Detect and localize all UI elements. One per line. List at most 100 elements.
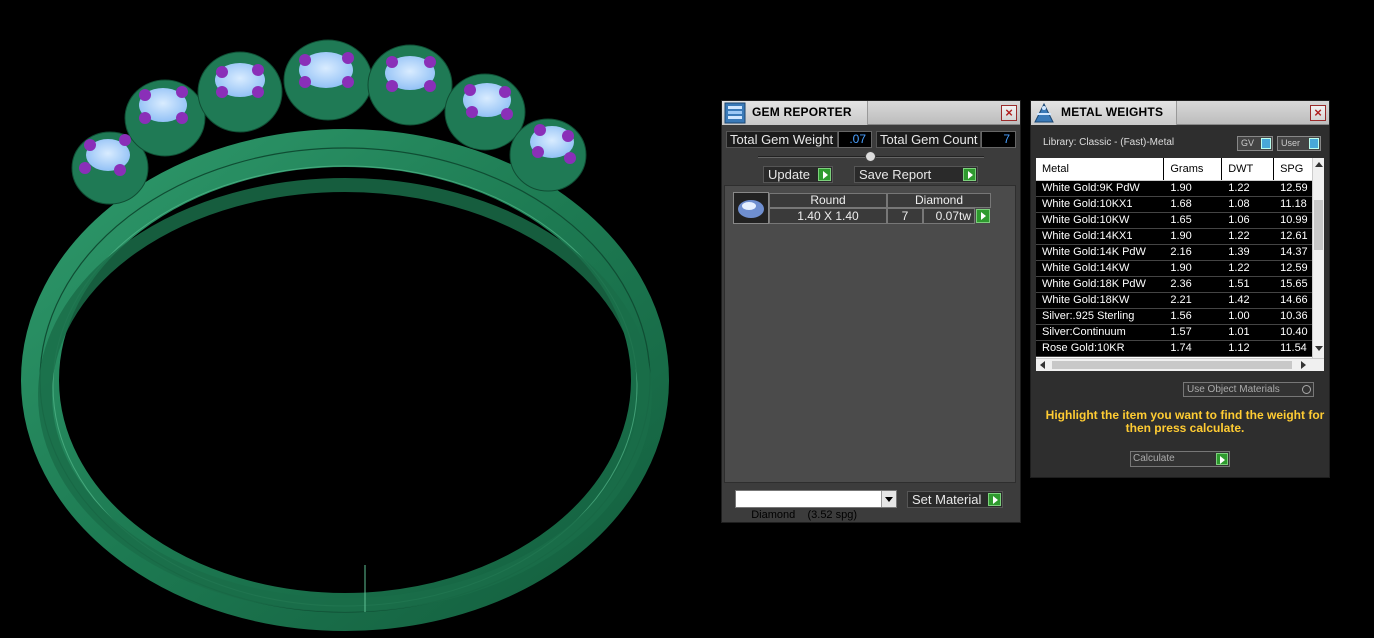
update-button[interactable]: Update — [763, 166, 833, 183]
metal-cell: White Gold:14K PdW — [1036, 244, 1165, 261]
total-gem-weight-label: Total Gem Weight — [726, 131, 838, 148]
total-gem-weight-value: .07 — [838, 131, 872, 148]
gem-row[interactable]: Round Diamond 1.40 X 1.40 7 0.07tw — [733, 192, 991, 226]
grams-cell: 2.16 — [1163, 244, 1223, 261]
grams-cell: 1.90 — [1163, 228, 1223, 245]
user-label: User — [1281, 138, 1301, 148]
table-row[interactable]: Silver:.925 Sterling 1.56 1.00 10.36 — [1036, 308, 1324, 325]
total-gem-count-value: 7 — [981, 131, 1016, 148]
metal-cell: White Gold:14KX1 — [1036, 228, 1165, 245]
grams-cell: 2.21 — [1163, 292, 1223, 309]
dwt-cell: 1.22 — [1221, 180, 1275, 197]
metal-cell: White Gold:14KW — [1036, 260, 1165, 277]
table-row[interactable]: White Gold:18K PdW 2.36 1.51 15.65 — [1036, 276, 1324, 293]
metal-cell: White Gold:18KW — [1036, 292, 1165, 309]
horizontal-scrollbar[interactable] — [1036, 358, 1324, 371]
total-gem-count-label: Total Gem Count — [876, 131, 981, 148]
set-material-button[interactable]: Set Material — [907, 491, 1003, 508]
material-select-value: Diamond (3.52 spg) — [751, 509, 858, 521]
gem-shape-header: Round — [769, 193, 887, 208]
metal-cell: Silver:Continuum — [1036, 324, 1165, 341]
play-arrow-icon — [818, 168, 831, 181]
metal-cell: Silver:.925 Sterling — [1036, 308, 1165, 325]
toggle-indicator-icon — [1309, 138, 1319, 149]
save-report-button[interactable]: Save Report — [854, 166, 978, 183]
chevron-down-icon — [881, 491, 896, 507]
material-select[interactable]: Diamond (3.52 spg) — [735, 490, 897, 521]
play-arrow-icon — [1216, 453, 1228, 465]
set-material-label: Set Material — [912, 492, 982, 507]
table-row[interactable]: White Gold:18KW 2.21 1.42 14.66 — [1036, 292, 1324, 309]
table-row[interactable]: White Gold:14K PdW 2.16 1.39 14.37 — [1036, 244, 1324, 261]
metal-cell: Rose Gold:10KR — [1036, 340, 1165, 357]
dwt-cell: 1.22 — [1221, 228, 1275, 245]
table-row[interactable]: White Gold:10KX1 1.68 1.08 11.18 — [1036, 196, 1324, 213]
close-icon[interactable]: × — [1310, 105, 1326, 121]
chevron-down-icon[interactable] — [1315, 346, 1323, 351]
grams-cell: 1.56 — [1163, 308, 1223, 325]
gem-reporter-titlebar[interactable]: GEM REPORTER × — [722, 101, 1020, 125]
column-header[interactable]: Metal — [1036, 158, 1165, 181]
dwt-cell: 1.12 — [1221, 340, 1275, 357]
library-label: Library: Classic - (Fast)-Metal — [1043, 137, 1175, 148]
chevron-up-icon[interactable] — [1315, 162, 1323, 167]
ring-model — [21, 39, 669, 631]
use-object-materials-toggle[interactable]: Use Object Materials — [1183, 382, 1314, 397]
save-report-label: Save Report — [859, 167, 932, 182]
grams-cell: 2.36 — [1163, 276, 1223, 293]
radio-icon — [1302, 385, 1311, 394]
table-row[interactable]: White Gold:10KW 1.65 1.06 10.99 — [1036, 212, 1324, 229]
grams-cell: 1.90 — [1163, 260, 1223, 277]
grams-cell: 1.90 — [1163, 180, 1223, 197]
gem-row-go-icon[interactable] — [976, 209, 990, 223]
3d-viewport[interactable] — [0, 0, 720, 633]
table-row[interactable]: Silver:Continuum 1.57 1.01 10.40 — [1036, 324, 1324, 341]
dwt-cell: 1.22 — [1221, 260, 1275, 277]
dwt-cell: 1.00 — [1221, 308, 1275, 325]
diamond-thumbnail-icon — [733, 192, 769, 224]
toggle-indicator-icon — [1261, 138, 1271, 149]
scroll-thumb[interactable] — [1052, 361, 1292, 369]
gem-count: 7 — [887, 208, 923, 224]
update-label: Update — [768, 167, 810, 182]
chevron-left-icon[interactable] — [1040, 361, 1045, 369]
gem-weight: 0.07tw — [923, 208, 975, 224]
calculate-label: Calculate — [1133, 453, 1175, 464]
gem-type-header: Diamond — [887, 193, 991, 208]
column-header[interactable]: Grams — [1163, 158, 1223, 181]
table-row[interactable]: White Gold:14KW 1.90 1.22 12.59 — [1036, 260, 1324, 277]
metal-weights-panel: METAL WEIGHTS × Library: Classic - (Fast… — [1030, 100, 1330, 478]
metal-weights-titlebar[interactable]: METAL WEIGHTS × — [1031, 101, 1329, 125]
metal-weights-icon — [1034, 102, 1054, 123]
table-row[interactable]: Rose Gold:10KR 1.74 1.12 11.54 — [1036, 340, 1324, 357]
metal-table[interactable]: Metal Grams DWT SPG White Gold:9K PdW 1.9… — [1036, 158, 1324, 358]
calculate-button[interactable]: Calculate — [1130, 451, 1230, 467]
metal-weights-title: METAL WEIGHTS — [1061, 105, 1164, 119]
gem-size: 1.40 X 1.40 — [769, 208, 887, 224]
table-row[interactable]: White Gold:9K PdW 1.90 1.22 12.59 — [1036, 180, 1324, 197]
metal-cell: White Gold:18K PdW — [1036, 276, 1165, 293]
play-arrow-icon — [963, 168, 976, 181]
play-arrow-icon — [988, 493, 1001, 506]
table-row[interactable]: White Gold:14KX1 1.90 1.22 12.61 — [1036, 228, 1324, 245]
dwt-cell: 1.06 — [1221, 212, 1275, 229]
gem-reporter-panel: GEM REPORTER × Total Gem Weight .07 Tota… — [721, 100, 1021, 523]
dwt-cell: 1.51 — [1221, 276, 1275, 293]
column-header[interactable]: DWT — [1221, 158, 1275, 181]
table-header-row: Metal Grams DWT SPG — [1036, 158, 1324, 181]
grams-cell: 1.65 — [1163, 212, 1223, 229]
metal-cell: White Gold:9K PdW — [1036, 180, 1165, 197]
dwt-cell: 1.01 — [1221, 324, 1275, 341]
close-icon[interactable]: × — [1001, 105, 1017, 121]
gv-toggle[interactable]: GV — [1237, 136, 1273, 151]
user-toggle[interactable]: User — [1277, 136, 1321, 151]
grams-cell: 1.57 — [1163, 324, 1223, 341]
dwt-cell: 1.08 — [1221, 196, 1275, 213]
vertical-scrollbar[interactable] — [1312, 158, 1324, 358]
scroll-thumb[interactable] — [1314, 200, 1323, 250]
dwt-cell: 1.39 — [1221, 244, 1275, 261]
gem-reporter-title: GEM REPORTER — [752, 105, 852, 119]
chevron-right-icon[interactable] — [1301, 361, 1306, 369]
splitter-knob-icon[interactable] — [865, 151, 876, 162]
grams-cell: 1.74 — [1163, 340, 1223, 357]
